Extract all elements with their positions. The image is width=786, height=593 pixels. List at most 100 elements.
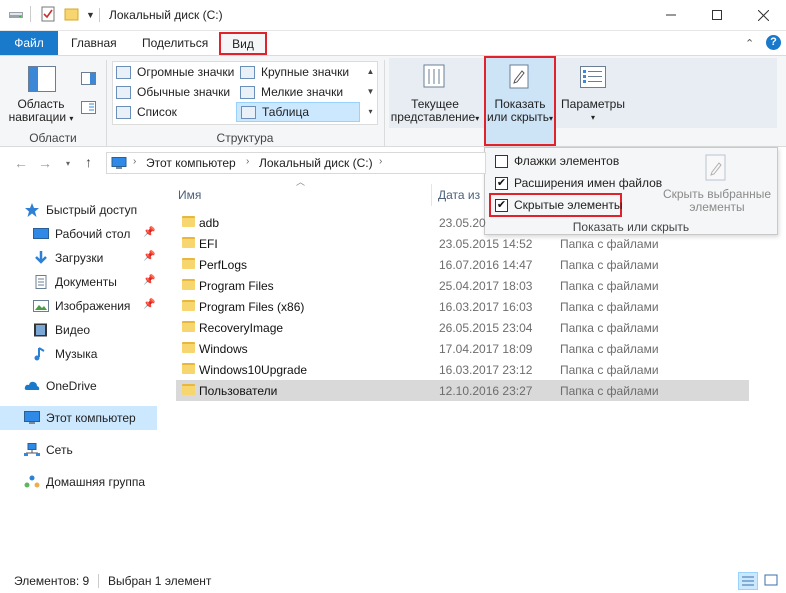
recent-locations-icon[interactable]: ▾ bbox=[66, 159, 70, 168]
properties-icon[interactable] bbox=[40, 6, 56, 22]
status-bar: Элементов: 9 Выбран 1 элемент bbox=[0, 570, 786, 593]
minimize-icon[interactable] bbox=[648, 0, 694, 30]
breadcrumb-chevron-icon: › bbox=[379, 156, 383, 167]
file-row[interactable]: EFI 23.05.2015 14:52 Папка с файлами bbox=[176, 233, 749, 254]
nav-quick-access[interactable]: Быстрый доступ bbox=[0, 198, 157, 222]
layout-item-label: Крупные значки bbox=[261, 65, 350, 79]
file-name: RecoveryImage bbox=[199, 321, 284, 335]
qa-dropdown-icon[interactable]: ▼ bbox=[86, 10, 95, 20]
breadcrumb-local-disk[interactable]: Локальный диск (C:) bbox=[259, 156, 373, 170]
item-checkboxes-option[interactable]: Флажки элементов bbox=[495, 154, 619, 168]
ribbon: Область навигации ▾ Области Огромные зна… bbox=[0, 55, 786, 147]
new-folder-icon[interactable] bbox=[64, 6, 80, 22]
file-extensions-option[interactable]: ✔ Расширения имен файлов bbox=[495, 176, 662, 190]
file-row[interactable]: PerfLogs 16.07.2016 14:47 Папка с файлам… bbox=[176, 254, 749, 275]
desktop-icon bbox=[33, 227, 49, 241]
file-date: 16.03.2017 23:12 bbox=[439, 363, 533, 377]
nav-music[interactable]: Музыка bbox=[0, 342, 157, 366]
tab-view[interactable]: Вид bbox=[219, 32, 267, 55]
file-name: EFI bbox=[199, 237, 218, 251]
breadcrumb-this-pc[interactable]: Этот компьютер bbox=[146, 156, 236, 170]
file-name: Пользователи bbox=[199, 384, 278, 398]
ribbon-collapse-icon[interactable]: ⌃ bbox=[745, 37, 754, 50]
file-name: adb bbox=[199, 216, 220, 230]
layout-list[interactable]: Список bbox=[116, 103, 177, 122]
tab-file[interactable]: Файл bbox=[0, 31, 58, 55]
column-header-label: Имя bbox=[178, 188, 202, 202]
maximize-icon[interactable] bbox=[694, 0, 740, 30]
tab-home[interactable]: Главная bbox=[61, 31, 127, 55]
file-date: 16.03.2017 16:03 bbox=[439, 300, 533, 314]
checkbox-label: Флажки элементов bbox=[514, 154, 620, 168]
nav-label: Быстрый доступ bbox=[46, 203, 138, 217]
file-name: Windows bbox=[199, 342, 248, 356]
file-type: Папка с файлами bbox=[560, 321, 659, 335]
file-date: 17.04.2017 18:09 bbox=[439, 342, 533, 356]
nav-label: Домашняя группа bbox=[46, 475, 146, 489]
details-pane-icon[interactable] bbox=[81, 101, 96, 117]
layout-large-icons[interactable]: Крупные значки bbox=[240, 63, 349, 82]
close-icon[interactable] bbox=[740, 0, 786, 30]
nav-pictures[interactable]: Изображения 📌 bbox=[0, 294, 157, 318]
nav-downloads[interactable]: Загрузки 📌 bbox=[0, 246, 157, 270]
file-row[interactable]: RecoveryImage 26.05.2015 23:04 Папка с ф… bbox=[176, 317, 749, 338]
layout-small-icons[interactable]: Мелкие значки bbox=[240, 83, 343, 102]
file-row[interactable]: Windows 17.04.2017 18:09 Папка с файлами bbox=[176, 338, 749, 359]
pictures-icon bbox=[33, 299, 49, 313]
hidden-items-checkbox[interactable]: ✔ bbox=[495, 198, 508, 212]
list-icon bbox=[116, 106, 131, 119]
tab-share[interactable]: Поделиться bbox=[132, 31, 218, 55]
file-row-selected[interactable]: Пользователи 12.10.2016 23:27 Папка с фа… bbox=[176, 380, 749, 401]
preview-pane-icon[interactable] bbox=[81, 72, 96, 88]
hidden-items-option[interactable]: ✔ Скрытые элементы bbox=[495, 198, 623, 212]
layout-medium-icons[interactable]: Обычные значки bbox=[116, 83, 230, 102]
details-view-icon[interactable] bbox=[738, 572, 758, 590]
file-type: Папка с файлами bbox=[560, 237, 659, 251]
forward-icon[interactable]: → bbox=[38, 155, 52, 171]
file-type: Папка с файлами bbox=[560, 342, 659, 356]
nav-onedrive[interactable]: OneDrive bbox=[0, 374, 157, 398]
layout-extra-large-icons[interactable]: Огромные значки bbox=[116, 63, 234, 82]
address-bar[interactable]: › Этот компьютер › Локальный диск (C:) › bbox=[106, 152, 486, 174]
nav-this-pc[interactable]: Этот компьютер bbox=[0, 406, 157, 430]
file-row[interactable]: Windows10Upgrade 16.03.2017 23:12 Папка … bbox=[176, 359, 749, 380]
nav-label: Этот компьютер bbox=[46, 411, 136, 425]
file-row[interactable]: Program Files (x86) 16.03.2017 16:03 Пап… bbox=[176, 296, 749, 317]
layout-item-label: Огромные значки bbox=[137, 65, 235, 79]
nav-desktop[interactable]: Рабочий стол 📌 bbox=[0, 222, 157, 246]
large-icons-view-icon[interactable] bbox=[762, 572, 782, 590]
item-checkboxes-checkbox[interactable] bbox=[495, 154, 508, 168]
nav-homegroup[interactable]: Домашняя группа bbox=[0, 470, 157, 494]
navigation-pane-button[interactable]: Область навигации ▾ bbox=[8, 98, 74, 125]
pin-icon: 📌 bbox=[143, 275, 156, 286]
column-header-date[interactable]: Дата из bbox=[432, 184, 484, 206]
file-type: Папка с файлами bbox=[560, 384, 659, 398]
file-row[interactable]: adb 23.05.20 bbox=[176, 212, 749, 233]
computer-icon bbox=[24, 411, 40, 425]
file-extensions-checkbox[interactable]: ✔ bbox=[495, 176, 508, 190]
layout-gallery-scroll[interactable]: ▲ ▼ ▾ bbox=[364, 62, 377, 124]
file-date: 23.05.20 bbox=[439, 216, 486, 230]
file-date: 12.10.2016 23:27 bbox=[439, 384, 533, 398]
layout-group-label: Структура bbox=[216, 131, 274, 145]
layout-details[interactable]: Таблица bbox=[236, 102, 360, 122]
star-icon bbox=[24, 203, 40, 217]
up-icon[interactable]: ↑ bbox=[85, 154, 92, 170]
layout-item-label: Таблица bbox=[262, 104, 310, 119]
computer-icon bbox=[111, 157, 127, 172]
help-icon[interactable]: ? bbox=[766, 35, 781, 50]
hide-selected-button[interactable]: Скрыть выбранные элементы bbox=[657, 188, 777, 214]
status-item-count: Элементов: 9 bbox=[14, 574, 90, 588]
options-button[interactable]: Параметры ▾ bbox=[556, 98, 630, 124]
nav-documents[interactable]: Документы 📌 bbox=[0, 270, 157, 294]
back-icon[interactable]: ← bbox=[14, 155, 28, 171]
show-hide-label-line2: или скрыть▾ bbox=[486, 110, 554, 124]
nav-videos[interactable]: Видео bbox=[0, 318, 157, 342]
navigation-pane-icon bbox=[28, 66, 56, 95]
column-header-label: Дата из bbox=[438, 188, 481, 202]
status-separator bbox=[98, 574, 99, 588]
current-view-button[interactable]: Текущее представление▾ bbox=[389, 98, 481, 125]
nav-network[interactable]: Сеть bbox=[0, 438, 157, 462]
file-row[interactable]: Program Files 25.04.2017 18:03 Папка с ф… bbox=[176, 275, 749, 296]
column-header-name[interactable]: Имя bbox=[176, 184, 430, 206]
